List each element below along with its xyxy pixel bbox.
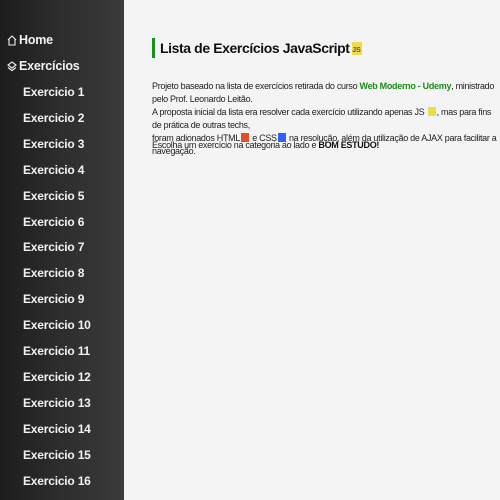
sidebar-item-label: Exercicio 16: [23, 473, 91, 488]
closing-text: Escolha um exercício na categoria ao lad…: [152, 140, 319, 150]
sidebar-item-label: Exercicio 2: [23, 110, 85, 125]
intro-text-3: A proposta inicial da lista era resolver…: [152, 107, 427, 117]
sidebar-item-exercicio-11[interactable]: Exercicio 11: [23, 340, 90, 362]
page-title: Lista de Exercícios JavaScript: [160, 40, 350, 56]
sidebar-item-exercicio-7[interactable]: Exercicio 7: [23, 236, 84, 258]
sidebar-item-exercicio-9[interactable]: Exercicio 9: [23, 288, 84, 310]
sidebar-item-exercicio-13[interactable]: Exercicio 13: [23, 392, 91, 414]
sidebar-item-label: Exercicio 7: [23, 240, 85, 255]
nav-exercicios-label: Exercícios: [19, 59, 80, 73]
home-icon: [7, 34, 17, 46]
sidebar-item-label: Exercicio 15: [23, 447, 91, 462]
sidebar-item-exercicio-6[interactable]: Exercicio 6: [23, 211, 84, 233]
sidebar-item-label: Exercicio 4: [23, 162, 85, 177]
sidebar-item-exercicio-12[interactable]: Exercicio 12: [23, 366, 91, 388]
sidebar: Home Exercícios Exercicio 1 Exercicio 2 Ex…: [0, 0, 124, 500]
js-logo-icon-small: [427, 107, 436, 116]
sidebar-item-label: Exercicio 14: [23, 421, 91, 436]
closing-emphasis: BOM ESTUDO!: [318, 140, 380, 150]
sidebar-item-label: Exercicio 8: [23, 266, 85, 281]
sidebar-item-exercicio-15[interactable]: Exercicio 15: [23, 444, 91, 466]
sidebar-item-label: Exercicio 5: [23, 188, 85, 203]
sidebar-item-exercicio-16[interactable]: Exercicio 16: [23, 470, 91, 492]
nav-exercicios[interactable]: Exercícios: [7, 55, 80, 77]
sidebar-item-exercicio-4[interactable]: Exercicio 4: [23, 159, 84, 181]
sidebar-item-label: Exercicio 3: [23, 136, 85, 151]
intro-text-1: Projeto baseado na lista de exercícios r…: [152, 81, 360, 91]
sidebar-item-label: Exercicio 11: [23, 344, 90, 358]
main-content: Lista de Exercícios JavaScript JS Projet…: [124, 0, 500, 500]
js-logo-icon: JS: [351, 41, 362, 55]
sidebar-item-label: Exercicio 12: [23, 369, 91, 384]
sidebar-item-label: Exercicio 10: [23, 318, 91, 333]
sidebar-item-label: Exercicio 9: [23, 292, 85, 307]
page-title-bar: Lista de Exercícios JavaScript JS: [152, 38, 362, 58]
sidebar-item-exercicio-1[interactable]: Exercicio 1: [23, 81, 84, 103]
sidebar-item-exercicio-2[interactable]: Exercicio 2: [23, 107, 84, 129]
course-name: Web Moderno - Udemy: [359, 81, 452, 91]
closing-paragraph: Escolha um exercício na categoria ao lad…: [152, 139, 497, 152]
sidebar-item-label: Exercicio 1: [23, 85, 85, 99]
layers-icon: [7, 60, 17, 72]
nav-home[interactable]: Home: [7, 29, 53, 51]
sidebar-item-label: Exercicio 13: [23, 395, 91, 410]
sidebar-item-label: Exercicio 6: [23, 214, 85, 229]
sidebar-item-exercicio-5[interactable]: Exercicio 5: [23, 185, 84, 207]
sidebar-item-exercicio-3[interactable]: Exercicio 3: [23, 133, 84, 155]
sidebar-item-exercicio-8[interactable]: Exercicio 8: [23, 262, 84, 284]
sidebar-item-exercicio-14[interactable]: Exercicio 14: [23, 418, 91, 440]
nav-home-label: Home: [19, 33, 53, 47]
sidebar-item-exercicio-10[interactable]: Exercicio 10: [23, 314, 91, 336]
